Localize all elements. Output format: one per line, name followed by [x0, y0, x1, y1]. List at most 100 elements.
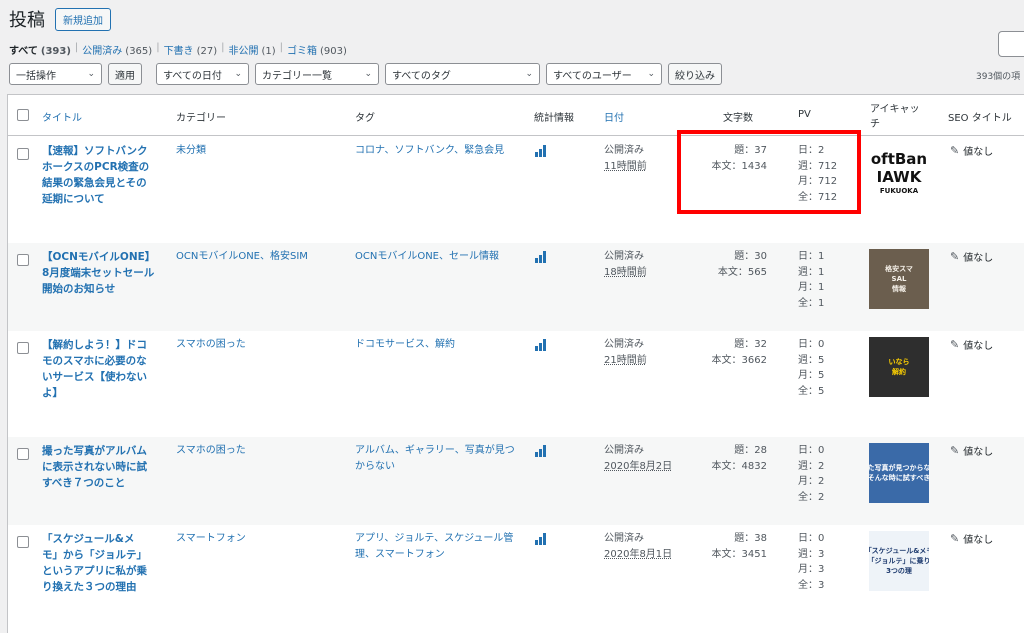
body-word-count: 本文：565 [717, 266, 767, 278]
category-link[interactable]: OCNモバイルONE、格安SIM [176, 249, 308, 265]
chevron-down-icon: ⌄ [234, 69, 242, 79]
table-row: 「スケジュール&メ モ」から「ジョルテ」 というアプリに私が乗 り換えた３つの理由 スマ… [8, 525, 1024, 633]
page-views: 日：0 週：5 月：5 全：5 [798, 337, 824, 399]
stats-chart-icon[interactable] [535, 145, 549, 157]
tags-link[interactable]: アプリ、ジョルテ、スケジュール管 理、スマートフォン [355, 531, 513, 562]
pv-value: 日：0 [798, 533, 825, 544]
select-all-checkbox[interactable] [17, 109, 29, 121]
post-title-link[interactable]: 【速報】ソフトバンク ホークスのPCR検査の 結果の緊急会見とその 延期について [42, 143, 164, 207]
row-checkbox[interactable] [17, 254, 29, 266]
user-filter-select[interactable]: すべてのユーザー ⌄ [546, 63, 662, 85]
tags-line: からない [355, 460, 395, 472]
post-status: 公開済み [604, 145, 644, 156]
separator: | [221, 42, 225, 53]
page-views: 日：0 週：3 月：3 全：3 [798, 531, 824, 593]
column-title[interactable]: タイトル [42, 109, 82, 124]
post-title-line: モ」から「ジョルテ」 [42, 549, 147, 561]
post-title-line: 【OCNモバイルONE】 [42, 251, 156, 263]
title-word-count: 題：32 [734, 339, 767, 350]
stats-chart-icon[interactable] [535, 533, 549, 545]
apply-button[interactable]: 適用 [108, 63, 142, 85]
status-filter-published[interactable]: 公開済み (365) [82, 42, 152, 57]
pv-value: 週：3 [798, 548, 825, 560]
pv-value: 全：2 [798, 491, 825, 503]
row-checkbox[interactable] [17, 342, 29, 354]
eyecatch-thumbnail: 格安スマ SAL 情報 [869, 249, 929, 309]
date-filter-select[interactable]: すべての日付 ⌄ [156, 63, 249, 85]
post-title-line: いサービス【使わない [42, 371, 147, 383]
stats-chart-icon[interactable] [535, 445, 549, 457]
post-title-line: に表示されない時に試 [42, 461, 147, 473]
seo-title-value[interactable]: ✎ 値なし [950, 443, 993, 458]
word-count: 題：38 本文：3451 [705, 531, 767, 562]
tags-line: コロナ、ソフトバンク、緊急会見 [355, 145, 505, 156]
status-filter-draft[interactable]: 下書き (27) [164, 42, 218, 57]
tags-link[interactable]: コロナ、ソフトバンク、緊急会見 [355, 143, 504, 159]
row-checkbox[interactable] [17, 148, 29, 160]
word-count: 題：28 本文：4832 [705, 443, 767, 474]
post-time: 18時間前 [604, 266, 647, 278]
add-new-button[interactable]: 新規追加 [55, 7, 111, 31]
seo-title-text: 値なし [963, 341, 994, 352]
separator: | [279, 42, 284, 53]
thumbnail-text: SAL [891, 275, 907, 283]
filter-button[interactable]: 絞り込み [668, 63, 722, 85]
pv-value: 日：0 [798, 445, 825, 456]
seo-title-text: 値なし [963, 535, 994, 546]
pv-value: 日：0 [798, 339, 825, 350]
tags-link[interactable]: ドコモサービス、解約 [355, 337, 455, 353]
seo-title-value[interactable]: ✎ 値なし [950, 531, 993, 546]
seo-title-value[interactable]: ✎ 値なし [950, 249, 993, 264]
category-line: 未分類 [176, 145, 206, 156]
category-filter-select[interactable]: カテゴリー一覧 ⌄ [255, 63, 379, 85]
post-time: 21時間前 [604, 354, 647, 366]
column-stats: 統計情報 [534, 113, 574, 124]
pv-value: 月：5 [798, 370, 825, 381]
post-title-link[interactable]: 撮った写真がアルバム に表示されない時に試 すべき７つのこと [42, 443, 164, 491]
column-date[interactable]: 日付 [604, 109, 624, 124]
posts-table: タイトル カテゴリー タグ 統計情報 日付 文字数 PV アイキャッチ SEO … [7, 94, 1024, 633]
post-title-line: 【解約しよう！】ドコ [42, 339, 147, 351]
status-filter-all[interactable]: すべて (393) [9, 42, 71, 57]
title-word-count: 題：28 [734, 445, 767, 456]
stats-chart-icon[interactable] [535, 339, 549, 351]
pv-value: 日：1 [798, 251, 825, 262]
body-word-count: 本文：4832 [711, 460, 767, 472]
category-link[interactable]: スマホの困った [176, 337, 246, 353]
seo-title-value[interactable]: ✎ 値なし [950, 337, 993, 352]
row-checkbox[interactable] [17, 448, 29, 460]
status-filter-links: すべて (393) | 公開済み (365) | 下書き (27) | 非公開 (1) … [9, 42, 347, 57]
post-title-link[interactable]: 【OCNモバイルONE】 8月度端末セットセール 開始のお知らせ [42, 249, 164, 297]
title-word-count: 題：38 [734, 533, 767, 544]
post-title-link[interactable]: 「スケジュール&メ モ」から「ジョルテ」 というアプリに私が乗 り換えた３つの理由 [42, 531, 164, 595]
column-eyecatch: アイキャッチ [870, 104, 920, 130]
pv-value: 週：2 [798, 460, 825, 472]
thumbnail-text: 「スケジュール&メモ [869, 547, 929, 555]
eyecatch-thumbnail: oftBan IAWK FUKUOKA [869, 143, 929, 203]
row-checkbox[interactable] [17, 536, 29, 548]
category-link[interactable]: スマホの困った [176, 443, 246, 459]
seo-title-value[interactable]: ✎ 値なし [950, 143, 993, 158]
post-title-link[interactable]: 【解約しよう！】ドコ モのスマホに必要のな いサービス【使わない よ】 [42, 337, 164, 401]
tags-line: アルバム、ギャラリー、写真が見つ [355, 445, 515, 456]
category-link[interactable]: 未分類 [176, 143, 206, 159]
post-title-line: 撮った写真がアルバム [42, 445, 147, 457]
seo-title-text: 値なし [963, 447, 994, 458]
status-filter-private[interactable]: 非公開 (1) [228, 42, 275, 57]
pv-value: 月：1 [798, 282, 825, 293]
stats-chart-icon[interactable] [535, 251, 549, 263]
tags-link[interactable]: アルバム、ギャラリー、写真が見つ からない [355, 443, 515, 474]
bulk-action-select[interactable]: 一括操作 ⌄ [9, 63, 102, 85]
eyecatch-thumbnail: いなら 解約 [869, 337, 929, 397]
post-title-line: 延期について [42, 193, 105, 205]
tag-filter-select[interactable]: すべてのタグ ⌄ [385, 63, 540, 85]
thumbnail-text: った写真が見つからない [869, 464, 929, 472]
post-date: 公開済み 11時間前 [604, 143, 647, 174]
tags-link[interactable]: OCNモバイルONE、セール情報 [355, 249, 499, 265]
tags-line: ドコモサービス、解約 [355, 339, 455, 350]
status-filter-trash[interactable]: ゴミ箱 (903) [287, 42, 347, 57]
category-link[interactable]: スマートフォン [176, 531, 246, 547]
pv-value: 月：2 [798, 476, 825, 487]
search-input[interactable] [998, 31, 1024, 57]
chevron-down-icon: ⌄ [525, 69, 533, 79]
